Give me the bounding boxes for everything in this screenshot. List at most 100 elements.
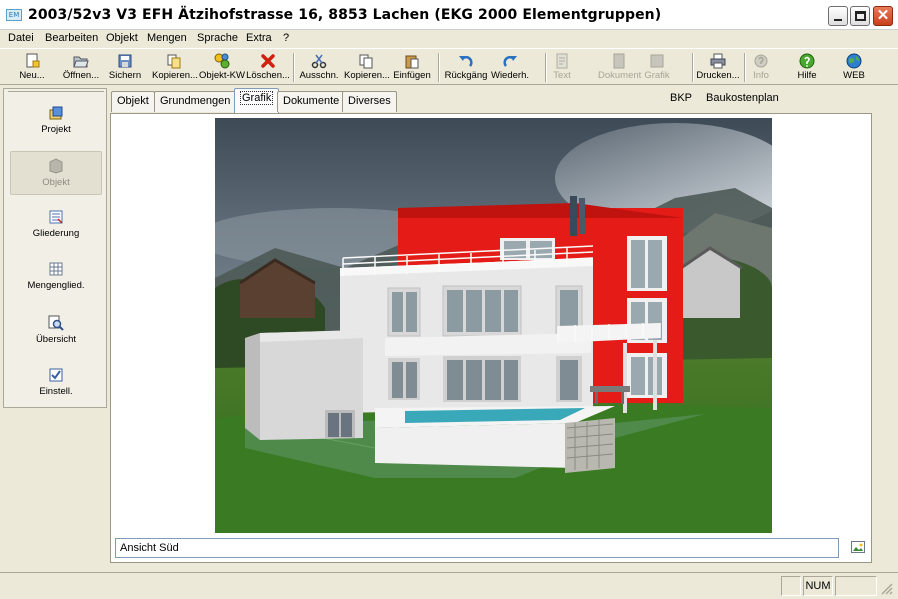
help-button[interactable]: Hilfe (792, 51, 822, 84)
toolbar-separator (545, 53, 547, 82)
copy-object-button[interactable]: Kopieren... (152, 51, 198, 84)
cut-button-label: Ausschn. (299, 70, 339, 81)
save-button[interactable]: Sichern (106, 51, 144, 84)
tab-grafik[interactable]: Grafik (234, 88, 280, 113)
object-icon (48, 158, 64, 174)
copy-object-icon (166, 53, 182, 69)
sidebar-item-label: Gliederung (32, 228, 80, 239)
help-icon (799, 53, 815, 69)
tab-label: Grafik (240, 91, 274, 105)
menu-bar: Datei Bearbeiten Objekt Mengen Sprache E… (0, 30, 898, 48)
house-rendering-image (215, 118, 772, 533)
info-button-label: Info (753, 70, 769, 81)
menu-bearbeiten[interactable]: Bearbeiten (45, 32, 98, 44)
redo-icon (502, 53, 518, 69)
app-icon[interactable]: EM (6, 9, 22, 21)
graphic-button[interactable]: Grafik (643, 51, 671, 84)
minimize-button[interactable] (828, 6, 848, 26)
open-button-label: Öffnen... (62, 70, 100, 81)
tab-diverses[interactable]: Diverses (342, 91, 397, 112)
print-icon (710, 53, 726, 69)
web-button-label: WEB (843, 70, 865, 81)
print-button[interactable]: Drucken... (696, 51, 740, 84)
maximize-button[interactable] (850, 6, 870, 26)
document-icon (611, 53, 627, 69)
document-button-label: Dokument (598, 70, 642, 81)
new-document-icon (24, 53, 40, 69)
sidebar-item-gliederung[interactable]: Gliederung (10, 203, 102, 247)
sidebar-divider (8, 91, 104, 92)
menu-datei[interactable]: Datei (8, 32, 34, 44)
caption-field[interactable]: Ansicht Süd (115, 538, 839, 558)
save-button-label: Sichern (108, 70, 142, 81)
menu-sprache[interactable]: Sprache (197, 32, 238, 44)
copy-button-label: Kopieren... (344, 70, 390, 81)
sidebar-item-label: Mengenglied. (27, 280, 85, 291)
project-icon (48, 105, 64, 121)
menu-mengen[interactable]: Mengen (147, 32, 187, 44)
redo-button[interactable]: Wiederh. (490, 51, 530, 84)
tab-label: Dokumente (283, 95, 340, 107)
open-icon (73, 53, 89, 69)
code-long: Baukostenplan (706, 92, 779, 104)
sidebar-item-objekt[interactable]: Objekt (10, 151, 102, 195)
delete-button-label: Löschen... (246, 70, 290, 81)
menu-objekt[interactable]: Objekt (106, 32, 138, 44)
sidebar-item-uebersicht[interactable]: Übersicht (10, 309, 102, 353)
copy-icon (358, 53, 374, 69)
paste-button-label: Einfügen (393, 70, 431, 81)
tab-grundmengen[interactable]: Grundmengen (154, 91, 237, 112)
help-button-label: Hilfe (797, 70, 817, 81)
settings-icon (48, 367, 64, 383)
quantity-structure-icon (48, 261, 64, 277)
maximize-icon (855, 11, 866, 21)
graphic-button-label: Grafik (644, 70, 670, 81)
toolbar: Neu... Öffnen... Sichern Kopieren... Obj… (0, 48, 898, 85)
info-icon (753, 53, 769, 69)
save-icon (117, 53, 133, 69)
sidebar-item-label: Übersicht (35, 334, 77, 345)
paste-icon (404, 53, 420, 69)
tab-label: Diverses (348, 95, 391, 107)
tab-label: Objekt (117, 95, 149, 107)
toolbar-separator (293, 53, 295, 82)
new-button[interactable]: Neu... (12, 51, 52, 84)
object-kw-icon (214, 53, 230, 69)
web-globe-icon (846, 53, 862, 69)
close-button[interactable]: ✕ (873, 6, 893, 26)
open-button[interactable]: Öffnen... (58, 51, 104, 84)
redo-button-label: Wiederh. (490, 70, 529, 81)
menu-help[interactable]: ? (283, 32, 289, 44)
tab-dokumente[interactable]: Dokumente (277, 91, 346, 112)
delete-button[interactable]: Löschen... (246, 51, 290, 84)
text-button[interactable]: Text (549, 51, 575, 84)
tab-objekt[interactable]: Objekt (111, 91, 155, 112)
sidebar-item-projekt[interactable]: Projekt (10, 99, 102, 143)
status-panel (835, 576, 877, 596)
sidebar-item-einstell[interactable]: Einstell. (10, 361, 102, 405)
object-kw-button[interactable]: Objekt-KW (199, 51, 245, 84)
navigation-sidebar: Projekt Objekt Gliederung Mengenglied. Ü… (3, 88, 107, 408)
paste-button[interactable]: Einfügen (390, 51, 434, 84)
graphic-icon (649, 53, 665, 69)
document-button[interactable]: Dokument (598, 51, 642, 84)
sidebar-item-label: Einstell. (39, 386, 73, 397)
sidebar-item-mengenglied[interactable]: Mengenglied. (10, 255, 102, 299)
menu-extra[interactable]: Extra (246, 32, 272, 44)
image-icon[interactable] (851, 541, 865, 553)
structure-icon (48, 209, 64, 225)
object-kw-button-label: Objekt-KW (199, 70, 245, 81)
toolbar-separator (744, 53, 746, 82)
cut-button[interactable]: Ausschn. (298, 51, 340, 84)
info-button[interactable]: Info (748, 51, 774, 84)
text-icon (554, 53, 570, 69)
overview-icon (48, 315, 64, 331)
toolbar-separator (438, 53, 440, 82)
cut-icon (311, 53, 327, 69)
undo-button[interactable]: Rückgäng (443, 51, 489, 84)
new-button-label: Neu... (19, 70, 45, 81)
undo-button-label: Rückgäng (444, 70, 488, 81)
resize-grip-icon[interactable] (879, 581, 893, 595)
copy-button[interactable]: Kopieren... (344, 51, 390, 84)
web-button[interactable]: WEB (839, 51, 869, 84)
